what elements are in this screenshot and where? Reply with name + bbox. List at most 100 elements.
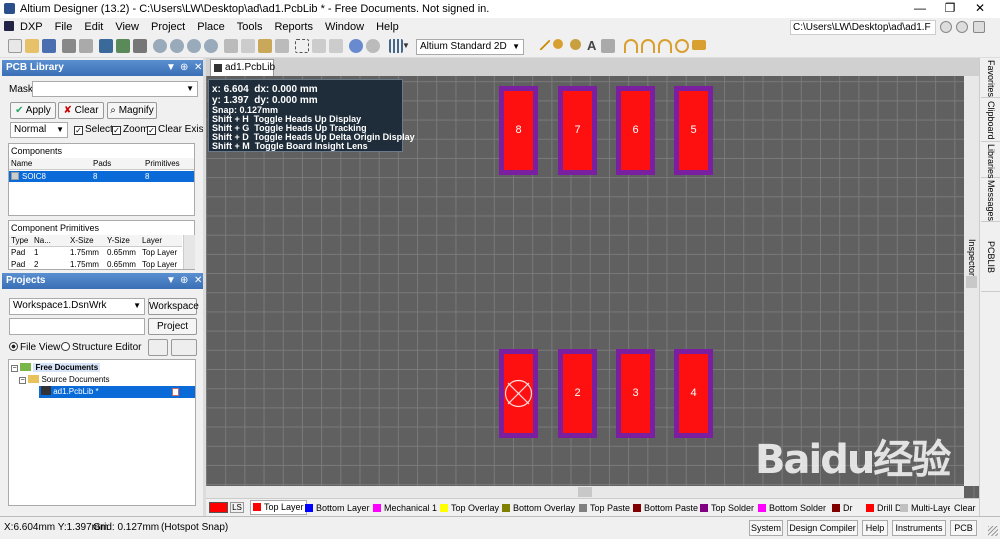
tab-clipboard[interactable]: Clipboard xyxy=(981,100,1000,142)
menu-dxp[interactable]: DXP xyxy=(14,18,49,36)
tab-messages[interactable]: Messages xyxy=(981,180,1000,222)
pad-7[interactable]: 7 xyxy=(558,86,597,175)
layer-tab-bottom-layer[interactable]: Bottom Layer xyxy=(305,502,370,514)
compile-icon[interactable] xyxy=(148,339,168,356)
undo-icon[interactable] xyxy=(349,39,363,53)
pad-5[interactable]: 5 xyxy=(674,86,713,175)
menu-project[interactable]: Project xyxy=(145,18,191,36)
via-tool-icon[interactable] xyxy=(570,39,581,50)
panel-menu-icon[interactable]: ▼ xyxy=(166,60,176,76)
select-checkbox[interactable]: ✓ Select xyxy=(74,123,113,137)
col-name[interactable]: Na... xyxy=(34,235,51,247)
select-area-icon[interactable] xyxy=(295,39,309,53)
tree-item-ad1-pcblib[interactable]: ad1.PcbLib * xyxy=(39,386,195,398)
coordinate-tool-icon[interactable] xyxy=(601,39,615,53)
rubber-stamp-icon[interactable] xyxy=(275,39,289,53)
component-row[interactable]: SOIC8 8 8 xyxy=(9,171,194,182)
document-tab[interactable]: ad1.PcbLib * xyxy=(210,59,275,89)
deselect-icon[interactable] xyxy=(329,39,343,53)
col-primitives[interactable]: Primitives xyxy=(145,158,180,170)
layer-tab-mechanical-1[interactable]: Mechanical 1 xyxy=(373,502,437,514)
menu-reports[interactable]: Reports xyxy=(268,18,319,36)
forward-icon[interactable] xyxy=(956,21,968,33)
pad-3[interactable]: 3 xyxy=(616,349,655,438)
arc-edge-icon[interactable] xyxy=(641,39,655,53)
menu-place[interactable]: Place xyxy=(191,18,231,36)
file-view-radio[interactable]: File View xyxy=(9,341,60,355)
col-name[interactable]: Name xyxy=(11,158,32,170)
maximize-button[interactable]: ❐ xyxy=(935,0,965,18)
pin-icon[interactable]: ⊕ xyxy=(180,60,188,76)
layer-tab-top-solder[interactable]: Top Solder xyxy=(700,502,754,514)
panel-menu-icon[interactable]: ▼ xyxy=(166,273,176,289)
tab-pcblib-inspector[interactable]: PCBLIB Inspector xyxy=(967,224,1000,292)
zoom-checkbox[interactable]: ✓ Zoom xyxy=(112,123,149,137)
menu-help[interactable]: Help xyxy=(370,18,405,36)
col-x-size[interactable]: X-Size xyxy=(70,235,94,247)
project-button[interactable]: Project xyxy=(148,318,197,335)
system-button[interactable]: System xyxy=(749,520,783,536)
collapse-icon[interactable]: − xyxy=(19,377,26,384)
redo-icon[interactable] xyxy=(366,39,380,53)
layer-tab-drill-drawing[interactable]: Drill Drawing xyxy=(866,502,900,514)
layer-tab-drill-guide[interactable]: Dr xyxy=(832,502,853,514)
pad-2[interactable]: 2 xyxy=(558,349,597,438)
copy-icon[interactable] xyxy=(241,39,255,53)
new-file-icon[interactable] xyxy=(8,39,22,53)
help-button[interactable]: Help xyxy=(862,520,888,536)
paste-icon[interactable] xyxy=(258,39,272,53)
pad-tool-icon[interactable] xyxy=(553,39,563,49)
mask-input[interactable]: ▼ xyxy=(32,81,198,97)
current-layer-swatch[interactable] xyxy=(209,502,228,513)
primitive-row[interactable]: Pad 1 1.75mm 0.65mm Top Layer xyxy=(9,247,182,258)
mode-select[interactable]: Normal ▼ xyxy=(10,122,68,138)
layer-tab-bottom-solder[interactable]: Bottom Solder xyxy=(758,502,826,514)
zoom-fit-icon[interactable] xyxy=(153,39,167,53)
pad-8[interactable]: 8 xyxy=(499,86,538,175)
layer-tab-top-overlay[interactable]: Top Overlay xyxy=(440,502,499,514)
arc-any-icon[interactable] xyxy=(658,39,672,53)
arc-center-icon[interactable] xyxy=(624,39,638,53)
3d-view-icon[interactable] xyxy=(99,39,113,53)
layer-tab-bottom-paste[interactable]: Bottom Paste xyxy=(633,502,698,514)
scroll-thumb[interactable] xyxy=(966,276,977,288)
zoom-area-icon[interactable] xyxy=(170,39,184,53)
layer-tab-multi-layer[interactable]: Multi-Layer xyxy=(900,502,950,514)
document-path-field[interactable]: C:\Users\LW\Desktop\ad\ad1.F xyxy=(790,20,936,35)
pad-1[interactable] xyxy=(499,349,538,438)
clear-existing-checkbox[interactable]: ✓Clear Existin xyxy=(147,123,205,137)
save-icon[interactable] xyxy=(42,39,56,53)
full-circle-icon[interactable] xyxy=(675,39,689,53)
col-y-size[interactable]: Y-Size xyxy=(107,235,130,247)
pin-icon[interactable]: ⊕ xyxy=(180,273,188,289)
col-layer[interactable]: Layer xyxy=(142,235,162,247)
instruments-button[interactable]: Instruments xyxy=(892,520,946,536)
clear-filter-button[interactable]: Clear xyxy=(954,502,976,514)
layer-set-button[interactable]: LS xyxy=(230,502,244,513)
resize-grip-icon[interactable] xyxy=(988,526,998,536)
open-file-icon[interactable] xyxy=(25,39,39,53)
panel-close-icon[interactable]: ✕ xyxy=(194,60,202,76)
pad-6[interactable]: 6 xyxy=(616,86,655,175)
menu-file[interactable]: File xyxy=(49,18,79,36)
print-preview-icon[interactable] xyxy=(79,39,93,53)
tree-item-free-documents[interactable]: − Free Documents xyxy=(11,362,101,373)
board-icon[interactable] xyxy=(116,39,130,53)
zoom-out-icon[interactable] xyxy=(204,39,218,53)
panel-close-icon[interactable]: ✕ xyxy=(194,273,202,289)
tab-libraries[interactable]: Libraries xyxy=(981,144,1000,179)
pcb-button[interactable]: PCB xyxy=(950,520,977,536)
view-mode-select[interactable]: Altium Standard 2D ▼ xyxy=(416,39,524,55)
folder-options-icon[interactable] xyxy=(171,339,197,356)
project-field[interactable] xyxy=(9,318,145,335)
layer-tab-top-paste[interactable]: Top Paste xyxy=(579,502,630,514)
col-type[interactable]: Type xyxy=(11,235,28,247)
print-icon[interactable] xyxy=(62,39,76,53)
menu-edit[interactable]: Edit xyxy=(78,18,109,36)
layers-icon[interactable] xyxy=(133,39,147,53)
layer-tab-bottom-overlay[interactable]: Bottom Overlay xyxy=(502,502,575,514)
back-icon[interactable] xyxy=(940,21,952,33)
zoom-selected-icon[interactable] xyxy=(187,39,201,53)
home-icon[interactable] xyxy=(973,21,985,33)
minimize-button[interactable]: — xyxy=(905,0,935,18)
